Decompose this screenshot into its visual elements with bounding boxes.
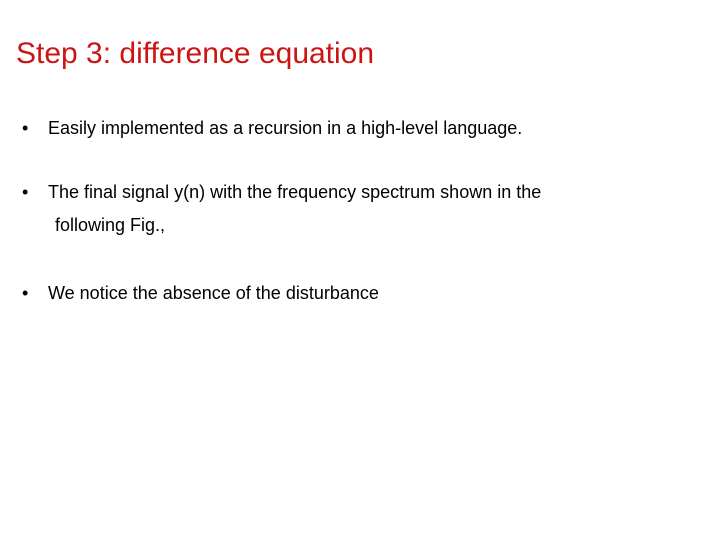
bullet-line: Easily implemented as a recursion in a h… [48,118,523,138]
list-item: • Easily implemented as a recursion in a… [0,112,720,145]
list-item: • The final signal y(n) with the frequen… [0,176,720,242]
bullet-line-continuation: following Fig., [55,215,166,235]
bullet-icon: • [22,283,29,303]
bullet-line: The final signal y(n) with the frequency… [48,182,542,202]
bullet-line: We notice the absence of the disturbance [48,283,379,303]
slide: Step 3: difference equation • Easily imp… [0,0,720,540]
bullet-icon: • [22,182,29,202]
slide-body: • Easily implemented as a recursion in a… [0,112,720,310]
page-title: Step 3: difference equation [16,37,375,71]
bullet-icon: • [22,118,29,138]
list-item: • We notice the absence of the disturban… [0,277,720,310]
